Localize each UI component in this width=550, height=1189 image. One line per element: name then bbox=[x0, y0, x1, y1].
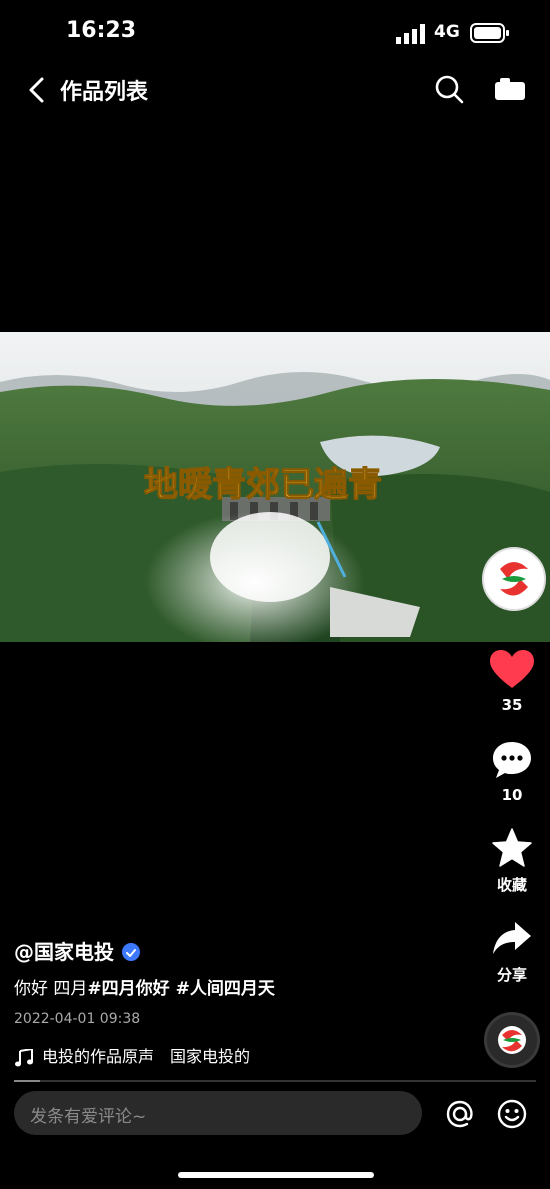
music-info[interactable]: 电投的作品原声 国家电投的 bbox=[14, 1043, 294, 1067]
battery-icon bbox=[470, 23, 509, 43]
favorite-button[interactable]: 收藏 bbox=[480, 828, 544, 895]
status-time: 16:23 bbox=[66, 18, 137, 43]
author-name[interactable]: @国家电投 bbox=[14, 936, 140, 965]
video-overlay-caption: 地暖青郊已遍青 bbox=[143, 464, 382, 505]
chevron-left-icon[interactable] bbox=[24, 76, 50, 104]
verified-badge-icon bbox=[122, 942, 140, 961]
signal-icon bbox=[396, 24, 425, 44]
brand-logo-icon bbox=[498, 1026, 526, 1054]
post-date: 2022-04-01 09:38 bbox=[14, 1011, 141, 1027]
share-icon bbox=[493, 922, 531, 954]
top-nav: 作品列表 bbox=[0, 68, 550, 112]
page-title: 作品列表 bbox=[60, 80, 149, 105]
author-handle[interactable]: @国家电投 bbox=[14, 940, 114, 964]
comment-count: 10 bbox=[501, 786, 523, 804]
author-avatar[interactable] bbox=[482, 547, 546, 611]
search-icon[interactable] bbox=[434, 74, 464, 104]
at-mention-icon[interactable] bbox=[444, 1098, 476, 1130]
video-progress-bar[interactable] bbox=[14, 1080, 536, 1082]
brand-logo-icon bbox=[500, 562, 528, 596]
svg-text:地暖青郊已遍青: 地暖青郊已遍青 bbox=[144, 465, 382, 505]
home-indicator[interactable] bbox=[178, 1172, 374, 1178]
video-progress-fill bbox=[14, 1080, 41, 1082]
video-player[interactable]: 地暖青郊已遍青 bbox=[0, 332, 550, 642]
comment-placeholder: 发条有爱评论~ bbox=[30, 1107, 147, 1127]
like-count: 35 bbox=[501, 696, 523, 714]
share-label: 分享 bbox=[496, 966, 527, 984]
favorite-label: 收藏 bbox=[496, 876, 527, 894]
music-note-icon bbox=[15, 1048, 33, 1066]
comment-input[interactable]: 发条有爱评论~ bbox=[14, 1091, 422, 1135]
status-bar: 16:23 4G bbox=[0, 0, 550, 66]
comment-icon bbox=[493, 742, 531, 778]
music-title: 电投的作品原声 国家电投的 bbox=[42, 1047, 251, 1066]
comment-button[interactable]: 10 bbox=[480, 740, 544, 804]
network-type: 4G bbox=[434, 22, 460, 42]
star-icon bbox=[492, 828, 532, 867]
caption-text: 你好 四月 bbox=[14, 979, 88, 999]
caption-hashtags[interactable]: #四月你好 #人间四月天 bbox=[87, 979, 274, 999]
music-disc[interactable] bbox=[484, 1012, 540, 1068]
like-button[interactable]: 35 bbox=[480, 650, 544, 714]
emoji-icon[interactable] bbox=[496, 1098, 528, 1130]
heart-icon bbox=[490, 650, 534, 688]
share-button[interactable]: 分享 bbox=[480, 918, 544, 985]
camera-icon[interactable] bbox=[492, 76, 528, 102]
post-caption: 你好 四月#四月你好 #人间四月天 bbox=[14, 974, 275, 999]
